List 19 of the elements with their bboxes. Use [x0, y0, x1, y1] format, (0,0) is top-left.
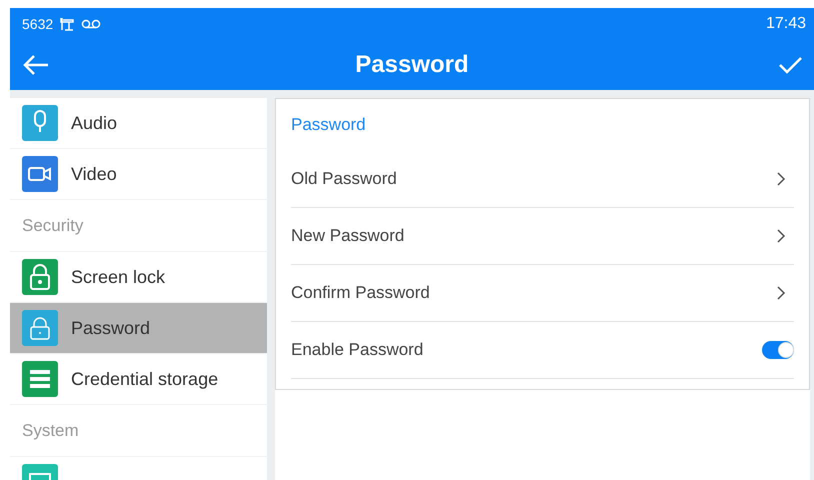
settings-row[interactable]: Old Password: [291, 151, 794, 208]
desk-phone-icon: [59, 17, 76, 31]
clock-time: 17:43: [766, 14, 806, 34]
toggle-switch[interactable]: [762, 341, 794, 359]
chevron-right-icon: [776, 171, 786, 187]
back-arrow-icon: [22, 54, 50, 76]
settings-row[interactable]: Confirm Password: [291, 265, 794, 322]
section-header: System: [22, 420, 79, 442]
settings-row[interactable]: New Password: [291, 208, 794, 265]
page-title: Password: [354, 50, 470, 80]
section-title: Password: [291, 114, 366, 136]
checkmark-icon: [778, 56, 802, 74]
voicemail-icon: [81, 19, 102, 29]
sidebar-item[interactable]: Password: [10, 303, 267, 354]
settings-row[interactable]: Enable Password: [291, 322, 794, 379]
chevron-right-icon: [776, 228, 786, 244]
extension-number: 5632: [22, 14, 54, 34]
section-header: Security: [22, 214, 84, 237]
chevron-right-icon: [776, 285, 786, 301]
